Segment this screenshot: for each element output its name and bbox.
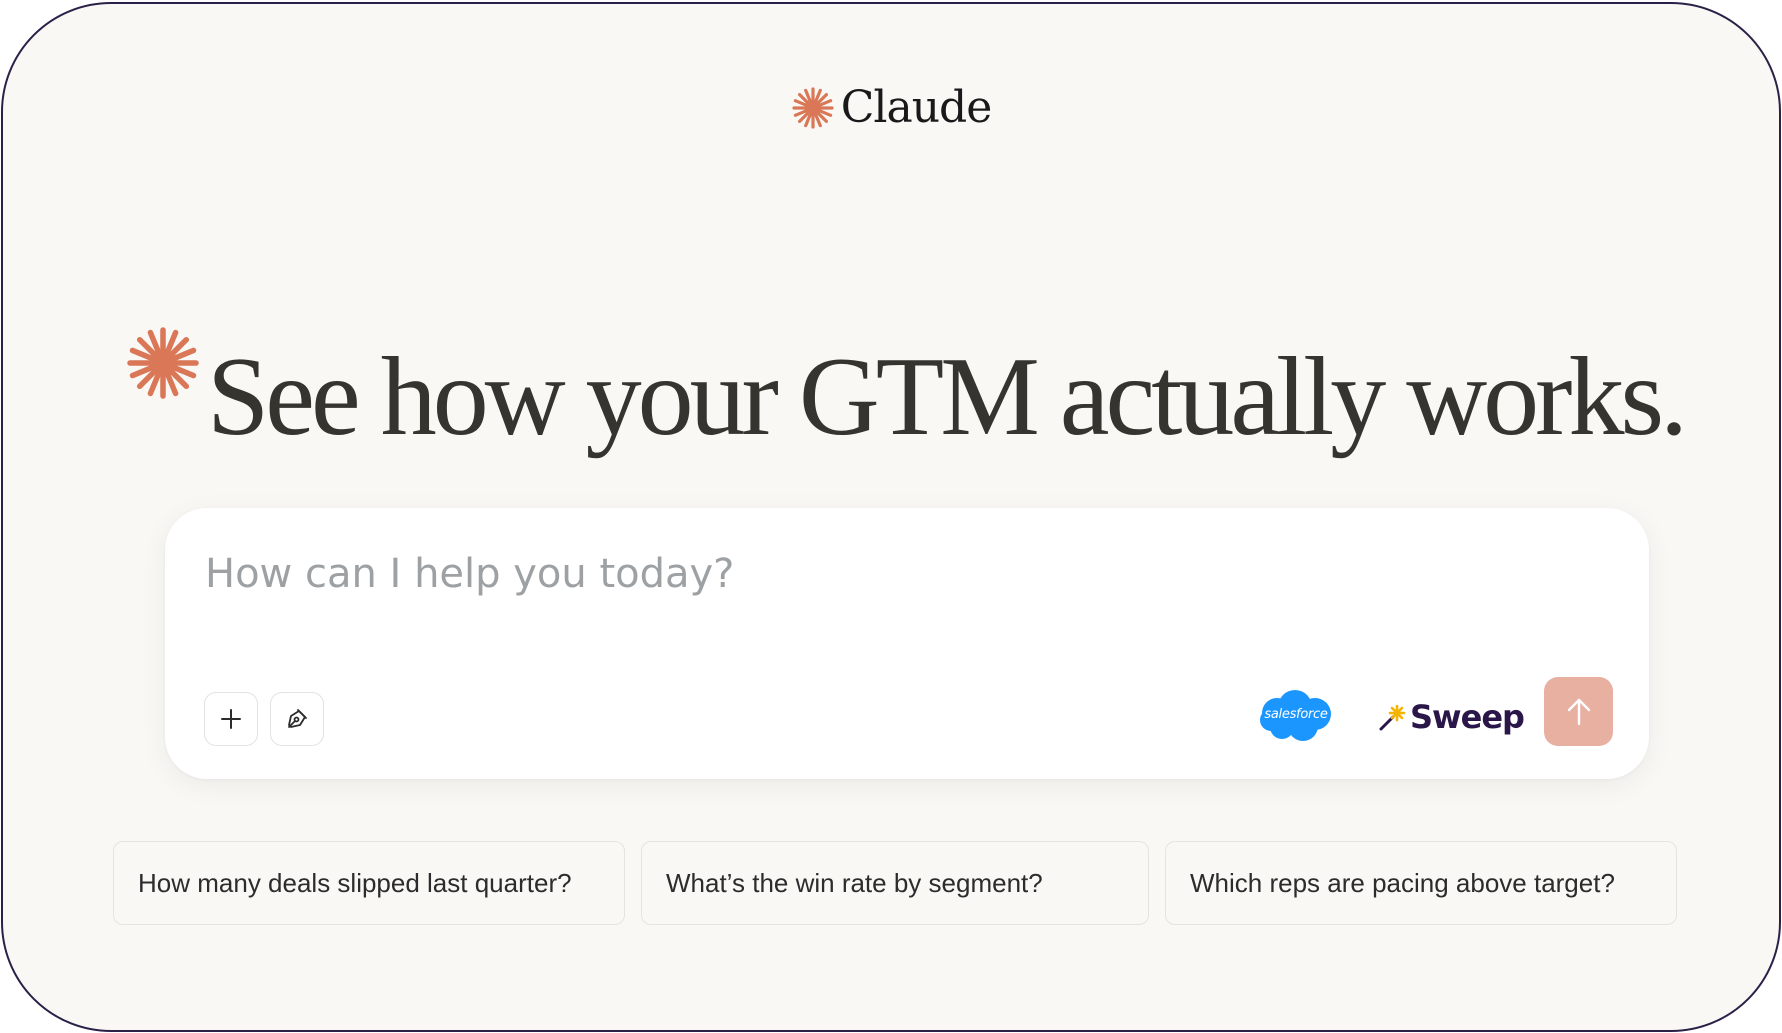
plus-icon — [221, 709, 241, 729]
add-attachment-button[interactable] — [204, 692, 258, 746]
app-window: Claude See how your GTM actually works. — [1, 2, 1781, 1032]
suggestion-chip[interactable]: Which reps are pacing above target? — [1165, 841, 1677, 925]
brand-header: Claude — [3, 86, 1779, 130]
pen-nib-icon — [288, 709, 307, 728]
spark-icon — [127, 327, 199, 399]
style-button[interactable] — [270, 692, 324, 746]
sweep-logo: Sweep — [1378, 692, 1525, 742]
salesforce-logo: salesforce — [1255, 688, 1337, 746]
salesforce-label: salesforce — [1264, 707, 1328, 722]
suggestion-chip[interactable]: How many deals slipped last quarter? — [113, 841, 625, 925]
brand-name: Claude — [840, 82, 993, 133]
send-button[interactable] — [1544, 677, 1613, 746]
prompt-input[interactable] — [205, 544, 1305, 604]
claude-spark-icon — [792, 87, 834, 129]
arrow-up-icon — [1567, 698, 1590, 725]
magic-wand-icon — [1379, 704, 1406, 731]
hero-title: See how your GTM actually works. — [207, 335, 1688, 459]
suggestion-chip[interactable]: What’s the win rate by segment? — [641, 841, 1149, 925]
prompt-box: salesforce Sweep — [165, 508, 1649, 779]
sweep-label: Sweep — [1410, 698, 1525, 736]
